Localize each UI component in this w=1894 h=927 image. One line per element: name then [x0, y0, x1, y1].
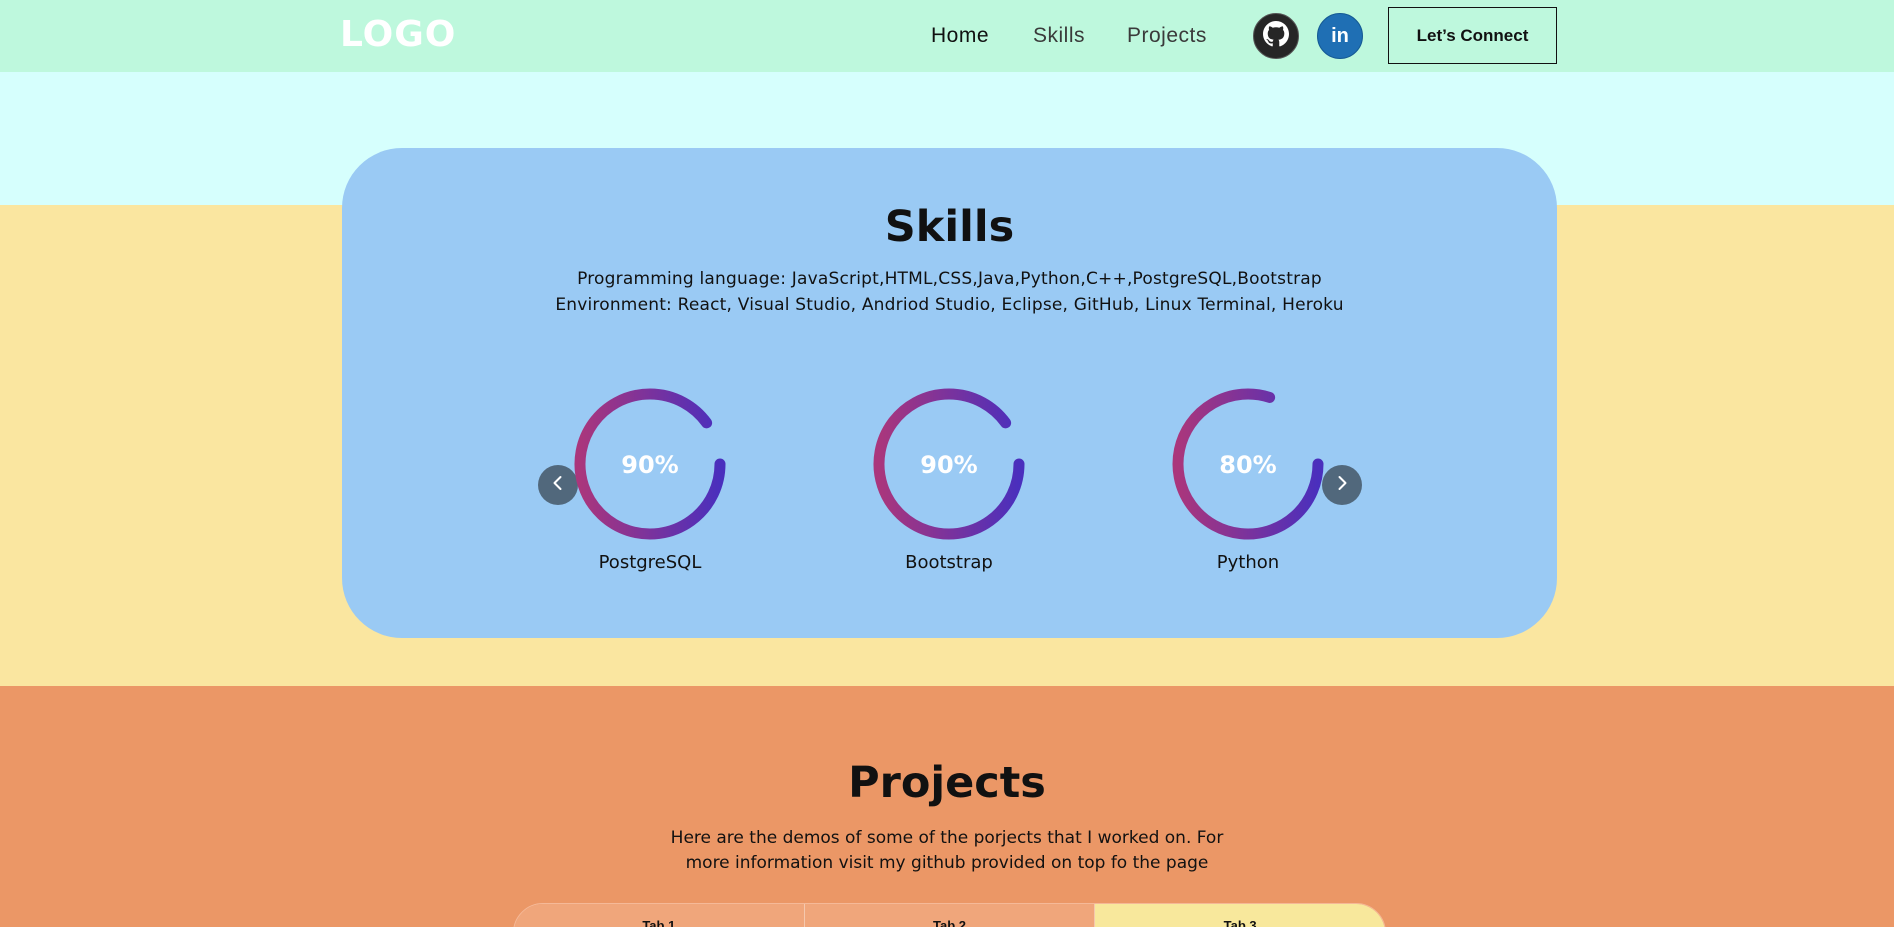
lets-connect-button[interactable]: Let’s Connect [1388, 7, 1557, 64]
skill-percent: 80% [1219, 451, 1276, 479]
skill-ring: 90% [574, 388, 726, 540]
logo[interactable]: LOGO [340, 14, 456, 55]
skill-item-postgresql: 90% PostgreSQL [560, 386, 740, 573]
skill-name: PostgreSQL [598, 552, 702, 573]
github-icon [1263, 21, 1289, 51]
nav-link-home[interactable]: Home [931, 24, 989, 48]
skill-percent: 90% [621, 451, 678, 479]
skills-card: Skills Programming language: JavaScript,… [342, 148, 1557, 638]
carousel-next-button[interactable] [1322, 465, 1362, 505]
skills-environment: Environment: React, Visual Studio, Andri… [555, 295, 1344, 315]
skill-name: Bootstrap [905, 552, 993, 573]
tab-2[interactable]: Tab 2 [804, 904, 1096, 927]
linkedin-icon: in [1331, 24, 1349, 47]
skill-percent: 90% [920, 451, 977, 479]
linkedin-link[interactable]: in [1317, 13, 1363, 59]
nav-link-projects[interactable]: Projects [1127, 24, 1207, 48]
skill-ring: 90% [873, 388, 1025, 540]
tab-3[interactable]: Tab 3 [1095, 904, 1385, 927]
tab-1[interactable]: Tab 1 [514, 904, 805, 927]
skill-ring: 80% [1172, 388, 1324, 540]
project-tabs: Tab 1 Tab 2 Tab 3 [513, 903, 1386, 927]
skill-item-python: 80% Python [1158, 386, 1338, 573]
github-link[interactable] [1253, 13, 1299, 59]
skills-title: Skills [884, 202, 1015, 252]
skill-item-bootstrap: 90% Bootstrap [859, 386, 1039, 573]
nav-link-skills[interactable]: Skills [1033, 24, 1085, 48]
projects-description: Here are the demos of some of the porjec… [670, 828, 1224, 873]
navbar: LOGO Home Skills Projects in Let’s Conne… [0, 0, 1894, 72]
skills-languages: Programming language: JavaScript,HTML,CS… [577, 269, 1322, 289]
chevron-right-icon [1334, 475, 1350, 495]
skill-name: Python [1216, 552, 1280, 573]
projects-title: Projects [848, 758, 1046, 808]
